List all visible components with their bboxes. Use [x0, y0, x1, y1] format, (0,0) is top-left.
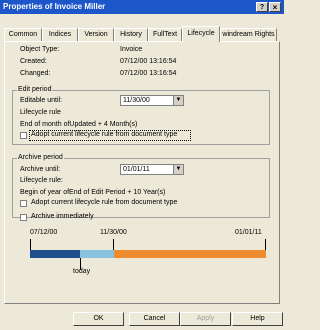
timeline-archive-segment — [114, 250, 266, 258]
archive-adopt-checkbox[interactable] — [20, 200, 27, 207]
created-value: 07/12/00 13:16:54 — [120, 58, 177, 65]
editable-until-select[interactable]: 11/30/00 ▼ — [120, 95, 184, 106]
changed-label: Changed: — [20, 70, 51, 77]
edit-rule-text: End of month ofUpdated + 4 Month(s) — [20, 121, 138, 128]
apply-button[interactable]: Apply — [180, 312, 231, 326]
edit-adopt-label[interactable]: Adopt current lifecycle rule from docume… — [31, 131, 177, 138]
object-type-label: Object Type: — [20, 46, 60, 53]
tab-version[interactable]: Version — [78, 28, 114, 41]
timeline-edit-segment — [80, 250, 114, 258]
title-bar: Properties of Invoice Miller ? × — [0, 0, 284, 14]
tab-indices[interactable]: Indices — [42, 28, 78, 41]
archive-rule-text: Begin of year ofEnd of Edit Period + 10 … — [20, 189, 166, 196]
help-button[interactable]: Help — [232, 312, 283, 326]
chevron-down-icon[interactable]: ▼ — [173, 165, 183, 174]
today-label: today — [73, 268, 91, 275]
edit-period-title: Edit period — [17, 86, 53, 93]
cancel-button[interactable]: Cancel — [129, 312, 180, 326]
chevron-down-icon[interactable]: ▼ — [173, 96, 183, 105]
editable-until-value: 11/30/00 — [123, 97, 150, 104]
editable-until-label: Editable until: — [20, 97, 63, 104]
changed-value: 07/12/00 13:16:54 — [120, 70, 177, 77]
archive-until-label: Archive until: — [20, 166, 61, 173]
created-label: Created: — [20, 58, 47, 65]
edit-rule-label: Lifecycle rule — [20, 109, 61, 116]
archive-immediately-checkbox[interactable] — [20, 214, 27, 221]
tab-windream-rights[interactable]: windream Rights — [220, 28, 277, 41]
close-button[interactable]: × — [269, 2, 281, 12]
timeline-end-label: 01/01/11 — [235, 229, 262, 236]
window-title: Properties of Invoice Miller — [3, 2, 106, 11]
timeline-past-segment — [30, 250, 80, 258]
tab-common[interactable]: Common — [4, 28, 42, 41]
tab-history[interactable]: History — [114, 28, 148, 41]
archive-until-value: 01/01/11 — [123, 166, 150, 173]
tab-lifecycle[interactable]: Lifecycle — [182, 26, 220, 42]
help-title-button[interactable]: ? — [256, 2, 268, 12]
archive-adopt-label[interactable]: Adopt current lifecycle rule from docume… — [31, 199, 177, 206]
object-type-value: Invoice — [120, 46, 143, 53]
tab-fulltext[interactable]: FullText — [148, 28, 182, 41]
archive-rule-label: Lifecycle rule: — [20, 177, 63, 184]
archive-until-select[interactable]: 01/01/11 ▼ — [120, 164, 184, 175]
archive-immediately-label[interactable]: Archive immediately — [31, 213, 94, 220]
edit-adopt-checkbox[interactable] — [20, 132, 27, 139]
timeline-start-label: 07/12/00 — [30, 229, 58, 236]
timeline-mid-label: 11/30/00 — [100, 229, 127, 236]
ok-button[interactable]: OK — [73, 312, 124, 326]
archive-period-title: Archive period — [17, 154, 64, 161]
